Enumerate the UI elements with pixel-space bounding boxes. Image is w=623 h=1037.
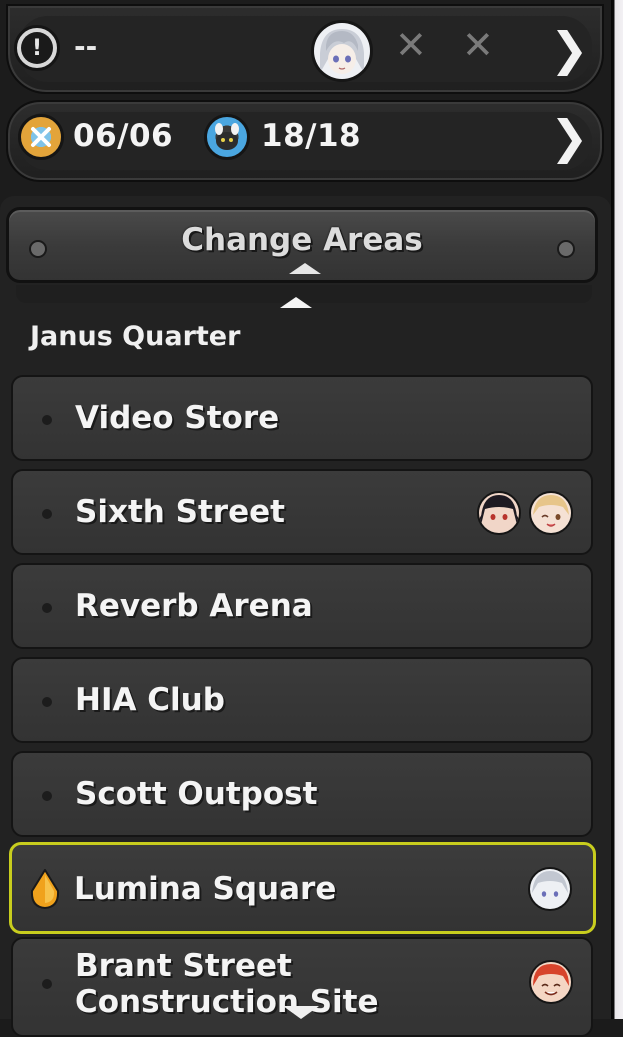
scroll-up-icon[interactable]	[280, 297, 312, 308]
empty-slot-icon[interactable]: ✕	[395, 26, 427, 64]
change-areas-label: Change Areas	[181, 222, 423, 258]
chevron-right-icon[interactable]: ❯	[550, 26, 589, 72]
bangboo-count: 18/18	[261, 118, 362, 154]
bullet-icon	[42, 979, 52, 989]
location-row-sixth-street[interactable]: Sixth Street	[11, 469, 593, 555]
party-status-inner	[18, 16, 592, 82]
location-row-scott-outpost[interactable]: Scott Outpost	[11, 751, 593, 837]
scroll-down-icon[interactable]	[283, 1006, 319, 1019]
blonde-agent-avatar	[529, 491, 573, 535]
location-row-lumina-square[interactable]: Lumina Square	[9, 842, 596, 934]
party-avatar-silver-hair[interactable]	[311, 20, 373, 82]
red-hair-agent-avatar	[529, 960, 573, 1004]
location-label: Scott Outpost	[75, 776, 318, 812]
location-label: Reverb Arena	[75, 588, 313, 624]
location-label-line1: Brant Street	[75, 948, 292, 984]
silver-hair-agent-avatar	[528, 867, 572, 911]
group-title: Janus Quarter	[30, 321, 241, 352]
dark-hair-agent-avatar	[477, 491, 521, 535]
stamina-badge-icon	[18, 114, 64, 160]
bangboo-icon	[204, 114, 250, 160]
alert-icon: !	[14, 25, 60, 71]
location-label-line2: Construction Site	[75, 984, 379, 1020]
bullet-icon	[42, 509, 52, 519]
side-panel: ! -- ✕ ✕ ❯ 06/06 18/18 ❯ Change Areas Ja…	[0, 0, 611, 1037]
bullet-icon	[42, 603, 52, 613]
bullet-icon	[42, 415, 52, 425]
location-row-reverb-arena[interactable]: Reverb Arena	[11, 563, 593, 649]
window-edge	[611, 0, 623, 1019]
location-label: HIA Club	[75, 682, 225, 718]
collapse-arrow-icon	[289, 263, 321, 274]
change-areas-button[interactable]: Change Areas	[6, 207, 598, 283]
location-row-brant-street[interactable]: Brant Street Construction Site	[11, 937, 593, 1037]
location-row-hia-club[interactable]: HIA Club	[11, 657, 593, 743]
location-label: Lumina Square	[74, 871, 337, 907]
location-label: Sixth Street	[75, 494, 285, 530]
chevron-right-icon[interactable]: ❯	[550, 114, 589, 160]
alert-text: --	[74, 30, 98, 63]
empty-slot-icon[interactable]: ✕	[462, 26, 494, 64]
location-label: Video Store	[75, 400, 280, 436]
location-row-video-store[interactable]: Video Store	[11, 375, 593, 461]
current-location-marker-icon	[30, 869, 60, 909]
bullet-icon	[42, 697, 52, 707]
bullet-icon	[42, 791, 52, 801]
stamina-count: 06/06	[73, 118, 174, 154]
